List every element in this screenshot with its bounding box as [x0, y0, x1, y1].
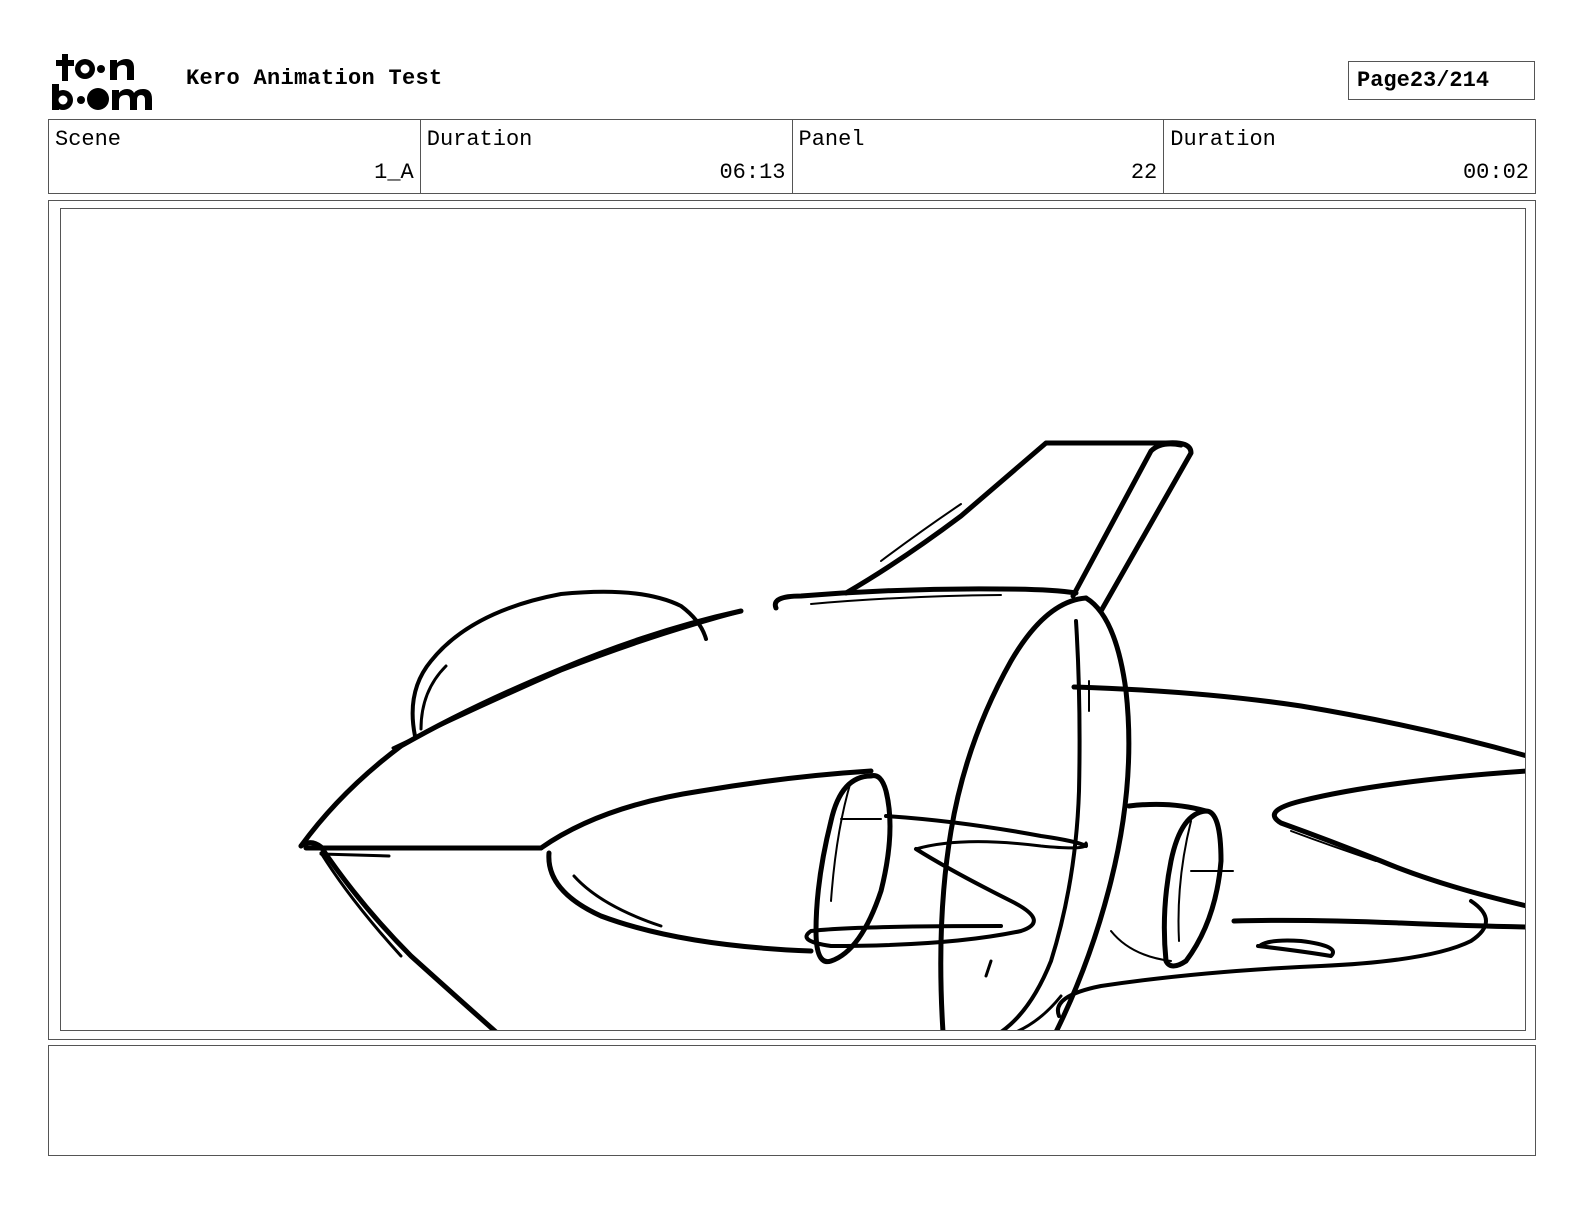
scene-duration-label: Duration [426, 127, 533, 152]
scene-label: Scene [55, 127, 122, 152]
document-title: Kero Animation Test [186, 66, 443, 91]
scene-value: 1_A [374, 160, 414, 185]
page-number: 23/214 [1409, 68, 1490, 93]
panel-notes-box [48, 1045, 1536, 1156]
scene-info-table: Scene 1_A Duration 06:13 Panel 22 Durati… [48, 119, 1536, 194]
panel-cell: Panel 22 [793, 120, 1165, 193]
panel-frame-inner [60, 208, 1526, 1031]
panel-duration-value: 00:02 [1462, 160, 1529, 185]
storyboard-sketch [298, 440, 1525, 1030]
panel-duration-label: Duration [1170, 127, 1276, 152]
panel-value: 22 [1130, 160, 1158, 185]
scene-duration-cell: Duration 06:13 [421, 120, 793, 193]
scene-duration-value: 06:13 [719, 160, 786, 185]
page-label: Page [1357, 68, 1410, 93]
toon-boom-logo [52, 54, 152, 110]
panel-label: Panel [798, 127, 865, 152]
panel-duration-cell: Duration 00:02 [1164, 120, 1535, 193]
page-indicator: Page 23/214 [1348, 61, 1535, 100]
scene-cell: Scene 1_A [49, 120, 421, 193]
